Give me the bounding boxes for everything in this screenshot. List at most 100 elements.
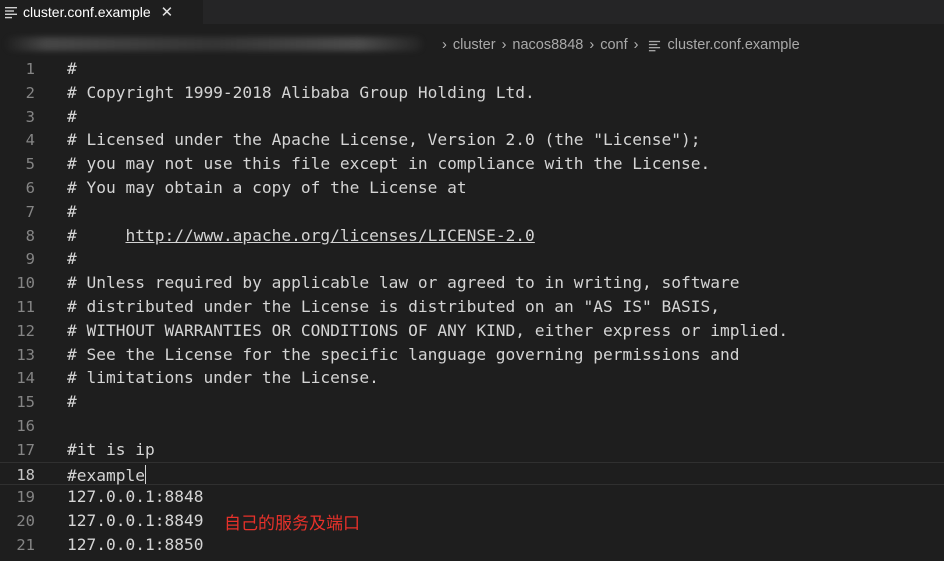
code-line[interactable]: 5 # you may not use this file except in c… (0, 152, 944, 176)
code-line[interactable]: 4 # Licensed under the Apache License, Ve… (0, 128, 944, 152)
code-content: 127.0.0.1:8848 (67, 487, 204, 507)
code-line[interactable]: 3 # (0, 105, 944, 129)
code-content: # limitations under the License. (67, 368, 379, 388)
code-text[interactable]: # (67, 249, 77, 268)
code-content: # (67, 201, 77, 221)
code-content: # you may not use this file except in co… (67, 154, 711, 174)
code-line[interactable]: 1 # (0, 57, 944, 81)
code-text[interactable]: #example (67, 464, 146, 485)
line-number: 2 (25, 83, 35, 102)
line-number: 5 (25, 155, 35, 174)
code-text[interactable]: # distributed under the License is distr… (67, 297, 720, 316)
code-text[interactable]: # See the License for the specific langu… (67, 345, 739, 364)
line-number: 8 (25, 226, 35, 245)
breadcrumb-item-file[interactable]: cluster.conf.example (667, 37, 799, 53)
code-editor[interactable]: 1 #2 # Copyright 1999-2018 Alibaba Group H… (0, 57, 944, 561)
blurred-path (4, 37, 422, 51)
code-content: # Unless required by applicable law or a… (67, 273, 740, 293)
code-text[interactable]: # http://www.apache.org/licenses/LICENSE… (67, 226, 535, 245)
lines-icon (5, 7, 17, 19)
line-number: 4 (25, 131, 35, 150)
line-number: 17 (16, 440, 35, 459)
line-number: 7 (25, 202, 35, 221)
code-line[interactable]: 20 127.0.0.1:8849 自己的服务及端口 (0, 509, 944, 535)
code-content: # See the License for the specific langu… (67, 344, 740, 364)
code-line[interactable]: 14 # limitations under the License. (0, 366, 944, 390)
code-content: # WITHOUT WARRANTIES OR CONDITIONS OF AN… (67, 320, 789, 340)
code-line[interactable]: 16 (0, 414, 944, 438)
tab-cluster-conf-example[interactable]: cluster.conf.example ✕ (0, 0, 203, 24)
chevron-right-icon: › (501, 37, 507, 53)
breadcrumb: › cluster › nacos8848 › conf › cluster.c… (0, 32, 944, 58)
code-line[interactable]: 13 # See the License for the specific lan… (0, 343, 944, 367)
code-text[interactable]: # limitations under the License. (67, 368, 379, 387)
code-line[interactable]: 7 # (0, 200, 944, 224)
breadcrumb-item-conf[interactable]: conf (600, 37, 627, 53)
code-line[interactable]: 8 # http://www.apache.org/licenses/LICENS… (0, 224, 944, 248)
code-text[interactable]: # WITHOUT WARRANTIES OR CONDITIONS OF AN… (67, 321, 788, 340)
code-line[interactable]: 2 # Copyright 1999-2018 Alibaba Group Hol… (0, 81, 944, 105)
code-text[interactable]: # Unless required by applicable law or a… (67, 273, 739, 292)
code-content: # You may obtain a copy of the License a… (67, 178, 467, 197)
code-text[interactable]: # (67, 59, 77, 78)
code-text[interactable]: #it is ip (67, 440, 155, 459)
line-number: 18 (16, 465, 35, 484)
code-line[interactable]: 18 #example (0, 461, 944, 486)
chevron-right-icon: › (442, 37, 447, 53)
tab-bar: cluster.conf.example ✕ (0, 0, 944, 24)
code-text[interactable]: # (67, 202, 77, 221)
code-line[interactable]: 6 # You may obtain a copy of the License … (0, 176, 944, 200)
line-number: 20 (16, 512, 35, 531)
line-number: 11 (16, 298, 35, 316)
code-line[interactable]: 21 127.0.0.1:8850 (0, 533, 944, 557)
code-content: # (67, 249, 77, 269)
code-content: #it is ip (67, 439, 155, 459)
code-content: #example (67, 465, 145, 485)
annotation-label: 自己的服务及端口 (224, 514, 360, 535)
code-text[interactable]: # (67, 107, 77, 126)
line-number: 16 (16, 417, 35, 435)
line-number: 10 (16, 274, 35, 293)
code-content: # distributed under the License is distr… (67, 297, 720, 316)
code-line[interactable]: 19 127.0.0.1:8848 (0, 485, 944, 509)
code-line[interactable]: 10 # Unless required by applicable law or… (0, 271, 944, 295)
code-text[interactable]: # Licensed under the Apache License, Ver… (67, 130, 700, 149)
chevron-right-icon: › (633, 37, 639, 53)
text-cursor (144, 464, 146, 484)
code-line[interactable]: 17 #it is ip (0, 438, 944, 462)
code-line[interactable]: 9 # (0, 247, 944, 271)
chevron-right-icon: › (589, 37, 595, 53)
code-line[interactable]: 12 # WITHOUT WARRANTIES OR CONDITIONS OF … (0, 319, 944, 343)
line-number: 3 (25, 107, 35, 126)
license-link[interactable]: http://www.apache.org/licenses/LICENSE-2… (125, 226, 534, 245)
breadcrumb-item-cluster[interactable]: cluster (453, 37, 496, 53)
line-number: 14 (16, 369, 35, 388)
close-icon[interactable]: ✕ (161, 3, 174, 21)
code-content: # Licensed under the Apache License, Ver… (67, 130, 701, 150)
code-text[interactable]: # (67, 392, 77, 411)
line-number: 9 (25, 250, 35, 269)
code-text[interactable]: # You may obtain a copy of the License a… (67, 178, 467, 197)
code-content: 127.0.0.1:8849 (67, 511, 204, 531)
code-content: # (67, 59, 77, 78)
code-text[interactable]: # you may not use this file except in co… (67, 154, 710, 173)
code-content: # (67, 392, 77, 412)
breadcrumb-item-nacos8848[interactable]: nacos8848 (512, 37, 583, 53)
line-number: 12 (16, 321, 35, 340)
code-content: 127.0.0.1:8850 (67, 535, 204, 554)
code-content: # (67, 106, 77, 126)
code-line[interactable]: 11 # distributed under the License is dis… (0, 295, 944, 319)
line-number: 1 (25, 60, 35, 78)
line-number: 6 (25, 179, 35, 197)
lines-icon (649, 40, 661, 51)
code-line[interactable]: 15 # (0, 390, 944, 414)
breadcrumb-items: › cluster › nacos8848 › conf › cluster.c… (436, 32, 800, 58)
line-number: 19 (16, 488, 35, 507)
code-content: # (67, 225, 126, 245)
code-text[interactable]: 127.0.0.1:8850 (67, 535, 203, 554)
code-text[interactable]: 127.0.0.1:8849 (67, 511, 203, 530)
code-text[interactable]: 127.0.0.1:8848 (67, 487, 203, 506)
line-number: 21 (16, 536, 35, 554)
code-text[interactable]: # Copyright 1999-2018 Alibaba Group Hold… (67, 83, 535, 102)
line-number: 13 (16, 345, 35, 364)
